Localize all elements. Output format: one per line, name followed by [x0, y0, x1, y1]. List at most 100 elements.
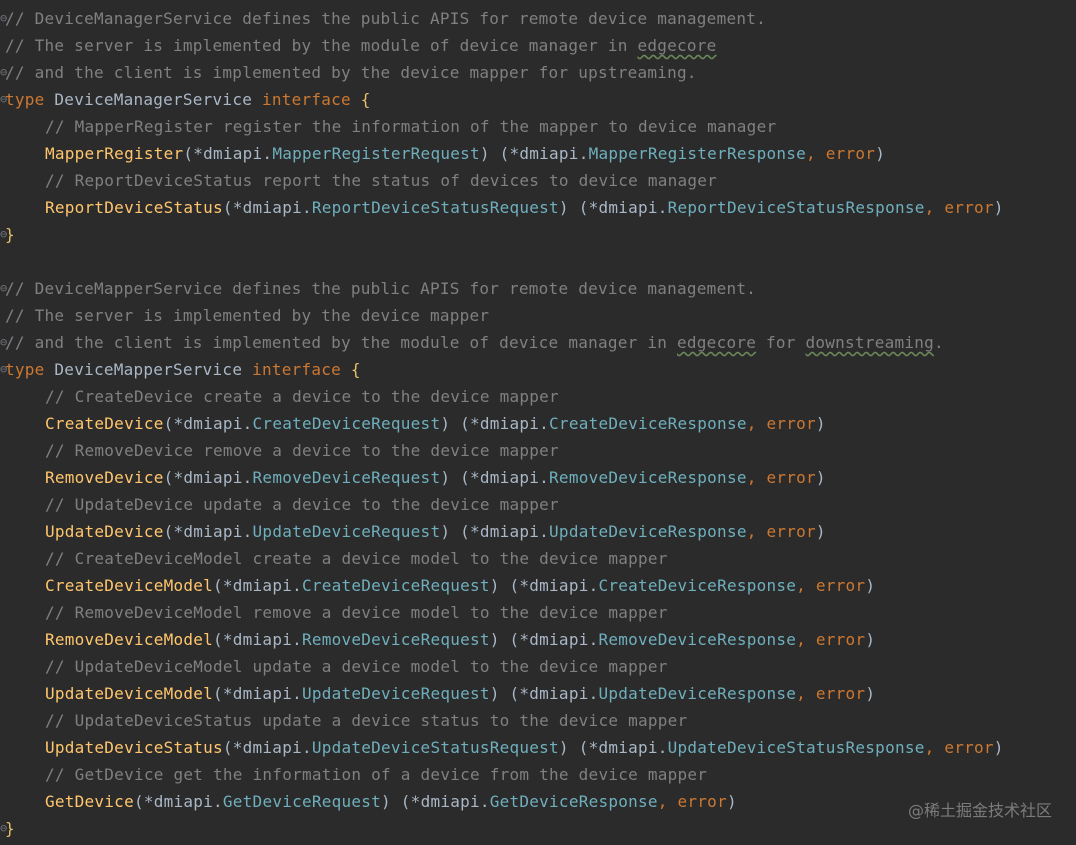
code-line[interactable]: UpdateDeviceStatus(*dmiapi. UpdateDeviceS…	[0, 734, 1076, 761]
code-comment: // UpdateDeviceModel update a device mod…	[45, 657, 668, 676]
code-keyword: error	[815, 576, 866, 595]
code-punctuation: (*dmiapi.	[213, 576, 302, 595]
code-line[interactable]: // GetDevice get the information of a de…	[0, 761, 1076, 788]
code-line[interactable]: MapperRegister(*dmiapi.MapperRegisterReq…	[0, 140, 1076, 167]
code-comment: downstreaming	[805, 333, 934, 352]
code-comment: // CreateDevice create a device to the d…	[45, 387, 559, 406]
code-comment: // DeviceManagerService defines the publ…	[5, 9, 766, 28]
fold-marker-icon[interactable]: ⊖	[0, 5, 7, 32]
code-keyword: ,	[746, 414, 767, 433]
fold-marker-icon[interactable]: ⊖	[0, 86, 7, 113]
code-punctuation: )	[875, 144, 886, 163]
code-line[interactable]: ⊖ type DeviceMapperService interface {	[0, 356, 1076, 383]
code-line[interactable]: ⊖// and the client is implemented by the…	[0, 59, 1076, 86]
code-type-name: RemoveDeviceRequest	[252, 468, 441, 487]
fold-marker-icon[interactable]: ⊖	[0, 59, 7, 86]
code-line[interactable]: ⊖}	[0, 221, 1076, 248]
code-punctuation: ) (*dmiapi.	[489, 576, 599, 595]
code-keyword: error	[815, 630, 866, 649]
code-identifier: DeviceMapperService	[54, 360, 253, 379]
fold-marker-icon[interactable]: ⊖	[0, 329, 7, 356]
code-type-name: GetDeviceRequest	[222, 792, 382, 811]
code-function-name: ReportDeviceStatus	[45, 198, 223, 217]
code-punctuation: ) (*dmiapi.	[558, 198, 668, 217]
code-comment: // and the client is implemented by the …	[5, 63, 697, 82]
code-type-name: UpdateDeviceRequest	[301, 684, 490, 703]
code-keyword: type	[5, 360, 55, 379]
code-comment: // GetDevice get the information of a de…	[45, 765, 708, 784]
code-line[interactable]: // UpdateDevice update a device to the d…	[0, 491, 1076, 518]
code-punctuation: )	[865, 630, 876, 649]
code-line[interactable]: // The server is implemented by the modu…	[0, 32, 1076, 59]
code-function-name: GetDevice	[45, 792, 134, 811]
code-line[interactable]: CreateDeviceModel(*dmiapi.CreateDeviceRe…	[0, 572, 1076, 599]
code-line[interactable]: // CreateDeviceModel create a device mod…	[0, 545, 1076, 572]
code-function-name: CreateDeviceModel	[45, 576, 214, 595]
code-line[interactable]: // CreateDevice create a device to the d…	[0, 383, 1076, 410]
code-function-name: UpdateDeviceModel	[45, 684, 214, 703]
code-type-name: RemoveDeviceResponse	[549, 468, 747, 487]
code-punctuation: (*dmiapi.	[213, 684, 302, 703]
code-keyword: error	[944, 198, 994, 217]
code-type-name: UpdateDeviceStatusResponse	[667, 738, 925, 757]
code-keyword: error	[766, 468, 816, 487]
fold-marker-icon[interactable]: ⊖	[0, 221, 7, 248]
code-punctuation: (*dmiapi.	[163, 522, 253, 541]
code-line[interactable]: ⊖// DeviceManagerService defines the pub…	[0, 5, 1076, 32]
code-line[interactable]	[0, 248, 1076, 275]
code-keyword: error	[766, 414, 816, 433]
code-punctuation: ) (*dmiapi.	[489, 630, 599, 649]
code-line[interactable]: ⊖// and the client is implemented by the…	[0, 329, 1076, 356]
code-function-name: UpdateDeviceStatus	[45, 738, 223, 757]
code-line[interactable]: // RemoveDeviceModel remove a device mod…	[0, 599, 1076, 626]
code-comment: // RemoveDeviceModel remove a device mod…	[45, 603, 668, 622]
code-line[interactable]: RemoveDeviceModel(*dmiapi.RemoveDeviceRe…	[0, 626, 1076, 653]
code-keyword: ,	[796, 576, 816, 595]
code-keyword: ,	[746, 468, 767, 487]
code-line[interactable]: ⊖// DeviceMapperService defines the publ…	[0, 275, 1076, 302]
code-punctuation: ) (*dmiapi.	[440, 414, 550, 433]
code-line[interactable]: UpdateDevice(*dmiapi.UpdateDeviceRequest…	[0, 518, 1076, 545]
code-punctuation: (*dmiapi.	[163, 414, 253, 433]
code-line[interactable]: // UpdateDeviceModel update a device mod…	[0, 653, 1076, 680]
code-line[interactable]: // MapperRegister register the informati…	[0, 113, 1076, 140]
code-punctuation: ) (*dmiapi.	[440, 468, 550, 487]
code-type-name: MapperRegisterRequest	[272, 144, 480, 163]
code-keyword: ,	[796, 630, 816, 649]
fold-marker-icon[interactable]: ⊖	[0, 275, 7, 302]
code-type-name: UpdateDeviceRequest	[252, 522, 441, 541]
code-comment: // UpdateDevice update a device to the d…	[45, 495, 559, 514]
code-line[interactable]: // RemoveDevice remove a device to the d…	[0, 437, 1076, 464]
code-editor[interactable]: ⊖// DeviceManagerService defines the pub…	[0, 5, 1076, 842]
code-type-name: UpdateDeviceResponse	[598, 684, 797, 703]
code-keyword: error	[815, 684, 866, 703]
code-punctuation: (*dmiapi.	[222, 738, 312, 757]
code-comment: .	[934, 333, 944, 352]
code-punctuation: (*dmiapi.	[213, 630, 302, 649]
code-keyword: ,	[924, 738, 945, 757]
code-identifier: DeviceManagerService	[54, 90, 262, 109]
code-punctuation: )	[815, 522, 826, 541]
code-type-name: MapperRegisterResponse	[588, 144, 806, 163]
code-punctuation: )	[993, 738, 1004, 757]
code-function-name: CreateDevice	[45, 414, 164, 433]
code-line[interactable]: RemoveDevice(*dmiapi.RemoveDeviceRequest…	[0, 464, 1076, 491]
fold-marker-icon[interactable]: ⊖	[0, 356, 7, 383]
code-keyword: ,	[746, 522, 767, 541]
code-line[interactable]: // ReportDeviceStatus report the status …	[0, 167, 1076, 194]
code-punctuation: )	[815, 414, 826, 433]
code-line[interactable]: UpdateDeviceModel(*dmiapi.UpdateDeviceRe…	[0, 680, 1076, 707]
code-line[interactable]: CreateDevice(*dmiapi.CreateDeviceRequest…	[0, 410, 1076, 437]
code-line[interactable]: // The server is implemented by the devi…	[0, 302, 1076, 329]
code-line[interactable]: // UpdateDeviceStatus update a device st…	[0, 707, 1076, 734]
code-line[interactable]: ReportDeviceStatus(*dmiapi.ReportDeviceS…	[0, 194, 1076, 221]
code-punctuation: )	[865, 576, 876, 595]
code-punctuation: (*dmiapi.	[133, 792, 223, 811]
code-punctuation: (*dmiapi.	[222, 198, 312, 217]
fold-marker-icon[interactable]: ⊖	[0, 815, 7, 842]
code-type-name: CreateDeviceResponse	[549, 414, 747, 433]
code-comment: // and the client is implemented by the …	[5, 333, 678, 352]
code-line[interactable]: ⊖ type DeviceManagerService interface {	[0, 86, 1076, 113]
code-punctuation: )	[993, 198, 1004, 217]
code-keyword: ,	[657, 792, 678, 811]
